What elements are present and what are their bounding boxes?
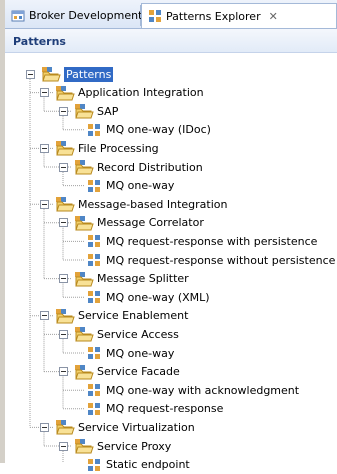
tree-pattern-node[interactable]: MQ request-response with persistence [87,232,317,250]
pattern-icon [88,402,100,415]
pattern-folder-icon [75,215,94,231]
collapse-toggle-icon[interactable] [58,441,68,451]
tree-node-label: Application Integration [78,86,204,100]
tree-pattern-node[interactable]: MQ one-way (XML) [87,288,210,306]
tree-pattern-node[interactable]: Static endpoint [87,456,190,474]
tree-pattern-node[interactable]: MQ request-response [87,400,223,418]
pattern-icon [88,384,100,397]
tree-node-label: Patterns [64,66,114,82]
tree-node-label: MQ one-way [106,346,175,360]
tree-node-label: MQ one-way (IDoc) [106,123,211,137]
tree-node-label: MQ request-response without persistence [106,253,336,267]
pattern-folder-icon [56,197,75,212]
tree-node-label: SAP [97,104,119,118]
tree-node-label: Message-based Integration [78,197,228,211]
tree-pattern-node[interactable]: MQ one-way [87,177,174,195]
tree-node-label: Message Correlator [97,216,204,230]
collapse-toggle-icon[interactable] [58,274,68,284]
view-title: Patterns [5,29,337,53]
tree-node-label: MQ one-way (XML) [106,290,210,304]
tree-folder-node[interactable]: File Processing [55,139,159,157]
tree-node-label: Service Facade [97,365,180,379]
pattern-folder-icon [42,67,61,82]
tree-folder-node[interactable]: Service Virtualization [55,418,195,436]
tree-folder-node[interactable]: Service Facade [74,363,180,381]
tree-folder-node[interactable]: Record Distribution [74,158,203,176]
broker-dev-icon [11,10,25,21]
pattern-folder-icon [56,85,75,101]
pattern-folder-icon [75,439,94,454]
tree-pattern-node[interactable]: MQ one-way (IDoc) [87,121,211,139]
pattern-folder-icon [56,420,75,435]
tree-folder-node[interactable]: Message Splitter [74,270,189,288]
collapse-toggle-icon[interactable] [58,106,68,116]
tab-label: Broker Development [29,9,143,22]
pattern-icon [88,458,100,471]
patterns-explorer-icon [149,10,161,22]
pattern-icon [88,254,100,266]
collapse-toggle-icon[interactable] [39,143,49,153]
view-tab-bar: Broker Development Patterns Explorer ✕ [5,0,337,29]
tree-node-label: Static endpoint [106,458,190,472]
pattern-folder-icon [75,104,94,119]
pattern-icon [88,123,100,136]
tree-node-label: Record Distribution [97,160,203,174]
tree-node-label: Service Virtualization [78,420,195,434]
collapse-toggle-icon[interactable] [39,88,49,98]
tab-label: Patterns Explorer [166,9,261,23]
tree-pattern-node[interactable]: MQ request-response without persistence [87,251,335,269]
tree-pattern-node[interactable]: MQ one-way with acknowledgment [87,381,299,399]
tree-pattern-node[interactable]: MQ one-way [87,344,174,362]
close-icon[interactable]: ✕ [269,10,278,23]
tree-folder-node[interactable]: Service Access [74,325,179,343]
pattern-icon [88,291,100,304]
tree-folder-node[interactable]: SAP [74,102,118,120]
pattern-folder-icon [56,308,75,324]
tab-patterns-explorer[interactable]: Patterns Explorer ✕ [141,3,337,28]
tree-node-label: Service Proxy [97,439,172,453]
patterns-tree: Patterns Application Integration SAP MQ one… [0,64,337,471]
collapse-toggle-icon[interactable] [25,69,35,79]
collapse-toggle-icon[interactable] [58,367,68,377]
tree-folder-node[interactable]: Message Correlator [74,214,204,232]
tree-folder-node[interactable]: Service Proxy [74,437,171,455]
collapse-toggle-icon[interactable] [39,422,49,432]
pattern-icon [88,235,100,248]
collapse-toggle-icon[interactable] [58,218,68,228]
tree-node-label: Message Splitter [97,272,189,286]
tree-folder-node[interactable]: Application Integration [55,84,204,102]
tree-folder-node[interactable]: Patterns [41,65,114,83]
tree-folder-node[interactable]: Message-based Integration [55,195,228,213]
pattern-icon [88,347,100,359]
collapse-toggle-icon[interactable] [39,199,49,209]
tree-node-label: File Processing [78,141,159,155]
tree-folder-node[interactable]: Service Enablement [55,307,188,325]
pattern-folder-icon [56,141,75,156]
tree-node-label: MQ request-response with persistence [106,234,318,248]
pattern-folder-icon [75,327,94,342]
tree-node-label: MQ request-response [106,402,224,416]
tree-node-label: MQ one-way with acknowledgment [106,383,300,397]
pattern-icon [88,179,100,192]
collapse-toggle-icon[interactable] [58,162,68,172]
pattern-folder-icon [75,364,94,380]
tree-node-label: Service Access [97,327,179,341]
tree-node-label: MQ one-way [106,179,175,193]
collapse-toggle-icon[interactable] [39,311,49,321]
pattern-folder-icon [75,160,94,175]
collapse-toggle-icon[interactable] [58,329,68,339]
pattern-folder-icon [75,271,94,287]
tree-node-label: Service Enablement [78,309,189,323]
tab-broker-development[interactable]: Broker Development [5,5,143,26]
